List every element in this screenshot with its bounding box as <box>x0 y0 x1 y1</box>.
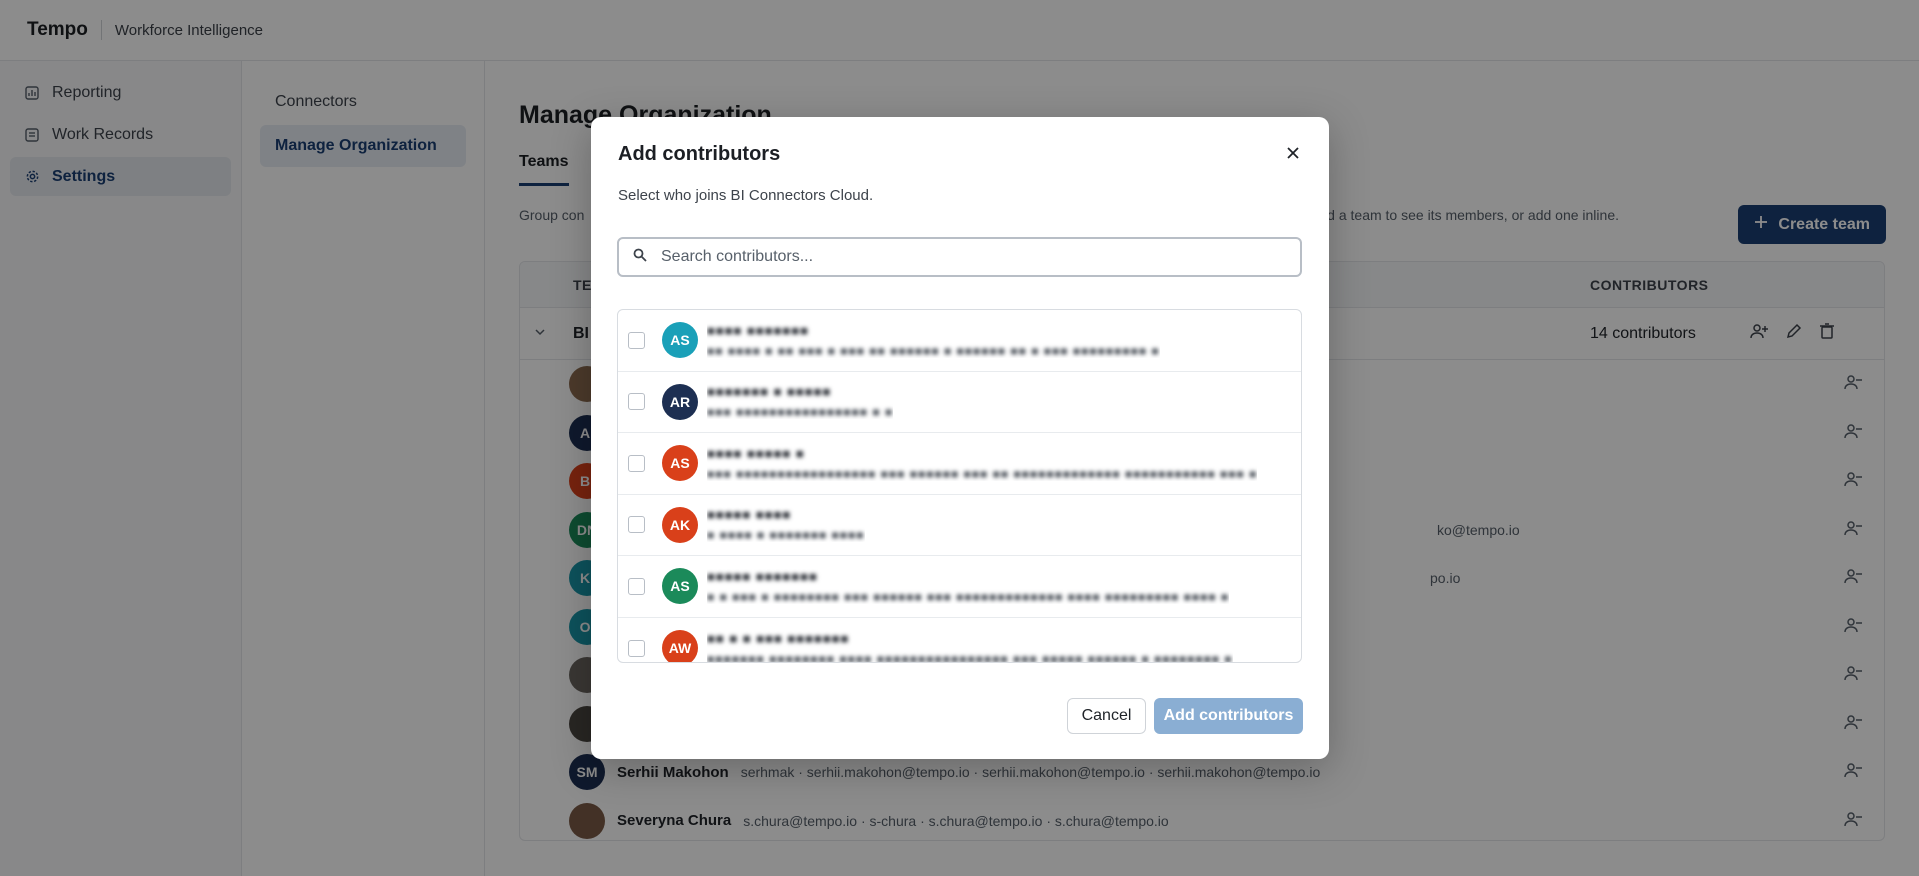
contributor-checkbox[interactable] <box>628 639 645 657</box>
contributor-name: ■■■■ ■■■■■■■ <box>707 322 809 338</box>
contributor-checkbox[interactable] <box>628 516 645 534</box>
avatar: AK <box>662 506 698 543</box>
contributor-identities: ■■■ ■■■■■■■■■■■■■■■■■ ■■■ ■■■■■■ ■■■ ■■ … <box>707 466 1258 481</box>
contributor-identities: ■ ■■■■ ■ ■■■■■■■ ■■■■ <box>707 528 865 543</box>
avatar: AS <box>662 445 698 482</box>
close-icon[interactable] <box>1281 141 1305 165</box>
contributor-identities: ■■■■■■■ ■■■■■■■■ ■■■■ ■■■■■■■■■■■■■■■■ ■… <box>707 651 1233 663</box>
search-input[interactable] <box>661 248 1261 266</box>
contributor-checkbox[interactable] <box>628 331 645 349</box>
search-icon <box>633 248 647 267</box>
contributor-checkbox[interactable] <box>628 577 645 595</box>
list-item[interactable]: AW ■■ ■ ■ ■■■ ■■■■■■■ ■■■■■■■ ■■■■■■■■ ■… <box>618 618 1301 663</box>
search-field[interactable] <box>617 237 1302 277</box>
contributor-name: ■■■■ ■■■■■ ■ <box>707 445 805 461</box>
list-item[interactable]: AR ■■■■■■■ ■ ■■■■■ ■■■ ■■■■■■■■■■■■■■■■ … <box>618 372 1301 433</box>
avatar: AS <box>662 322 698 359</box>
contributor-name: ■■■■■ ■■■■■■■ <box>707 568 818 584</box>
dialog-subtitle: Select who joins BI Connectors Cloud. <box>618 187 874 204</box>
add-contributors-dialog: Add contributors Select who joins BI Con… <box>591 117 1329 759</box>
avatar: AR <box>662 383 698 420</box>
dialog-title: Add contributors <box>618 143 781 165</box>
list-item[interactable]: AS ■■■■ ■■■■■ ■ ■■■ ■■■■■■■■■■■■■■■■■ ■■… <box>618 433 1301 495</box>
cancel-button[interactable]: Cancel <box>1067 698 1146 734</box>
contributor-name: ■■■■■ ■■■■ <box>707 507 792 523</box>
contributor-identities: ■ ■ ■■■ ■ ■■■■■■■■ ■■■ ■■■■■■ ■■■ ■■■■■■… <box>707 589 1230 604</box>
avatar: AW <box>662 630 698 662</box>
add-contributors-button[interactable]: Add contributors <box>1154 698 1303 734</box>
contributor-checkbox[interactable] <box>628 454 645 472</box>
contributor-identities: ■■■ ■■■■■■■■■■■■■■■■ ■ ■ <box>707 405 894 420</box>
contributor-name: ■■■■■■■ ■ ■■■■■ <box>707 384 832 400</box>
contributor-name: ■■ ■ ■ ■■■ ■■■■■■■ <box>707 630 850 646</box>
list-item[interactable]: AS ■■■■■ ■■■■■■■ ■ ■ ■■■ ■ ■■■■■■■■ ■■■ … <box>618 556 1301 618</box>
list-item[interactable]: AS ■■■■ ■■■■■■■ ■■ ■■■■ ■ ■■ ■■■ ■ ■■■ ■… <box>618 310 1301 372</box>
contributor-list[interactable]: AS ■■■■ ■■■■■■■ ■■ ■■■■ ■ ■■ ■■■ ■ ■■■ ■… <box>617 309 1302 663</box>
contributor-identities: ■■ ■■■■ ■ ■■ ■■■ ■ ■■■ ■■ ■■■■■■ ■ ■■■■■… <box>707 343 1160 358</box>
list-item[interactable]: AK ■■■■■ ■■■■ ■ ■■■■ ■ ■■■■■■■ ■■■■ <box>618 495 1301 556</box>
avatar: AS <box>662 568 698 605</box>
contributor-checkbox[interactable] <box>628 393 645 411</box>
